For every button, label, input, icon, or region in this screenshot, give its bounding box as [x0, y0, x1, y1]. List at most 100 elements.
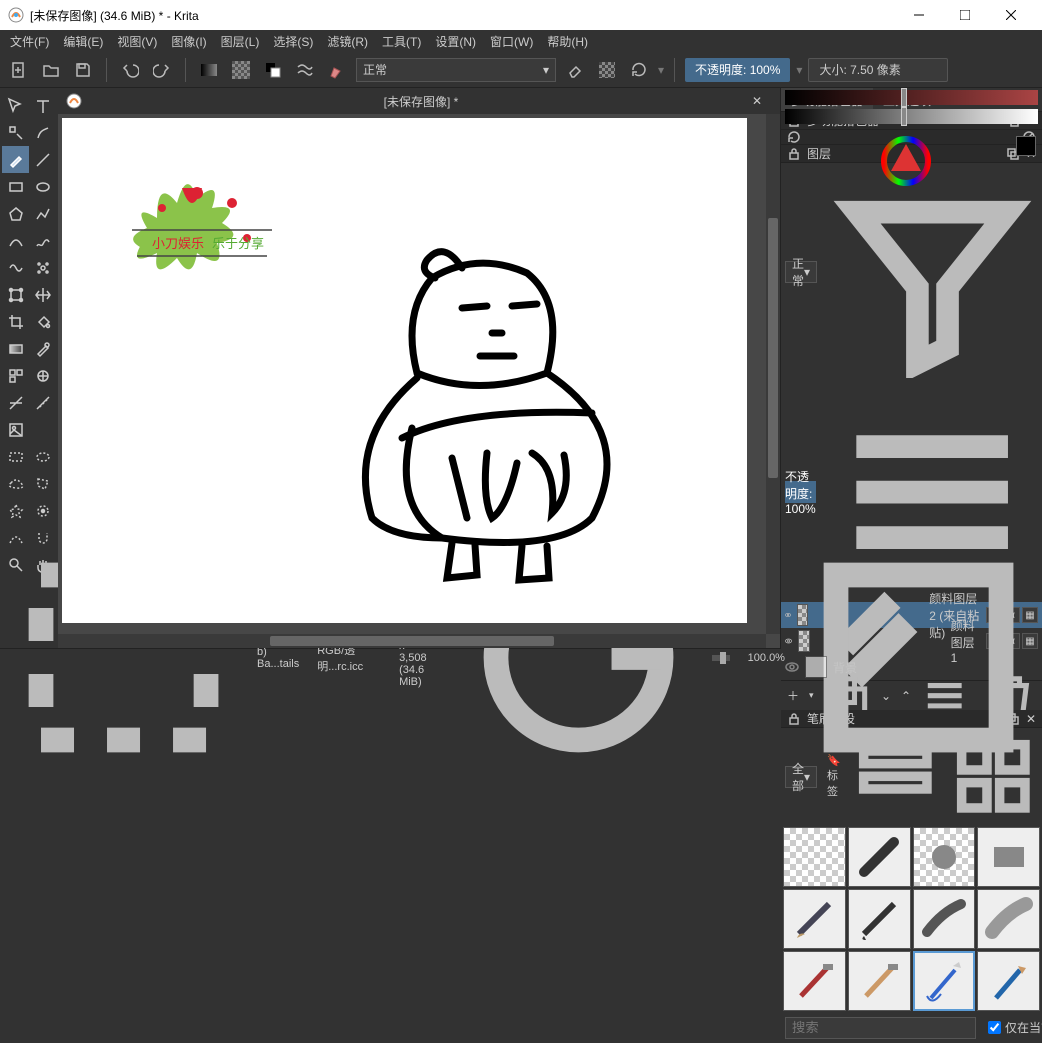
menu-settings[interactable]: 设置(N) — [431, 31, 480, 52]
maximize-button[interactable] — [942, 0, 988, 30]
menu-filter[interactable]: 滤镜(R) — [323, 31, 372, 52]
refresh-icon[interactable] — [787, 130, 801, 144]
blend-mode-select[interactable]: 正常▾ — [356, 58, 556, 82]
menu-edit[interactable]: 编辑(E) — [59, 31, 107, 52]
move-layer-tool-icon[interactable] — [29, 281, 56, 308]
minimize-button[interactable] — [896, 0, 942, 30]
brush-preset[interactable] — [913, 951, 976, 1011]
zoom-slider[interactable] — [712, 655, 730, 661]
freehand-path-tool-icon[interactable] — [29, 227, 56, 254]
move-tool-icon[interactable] — [2, 92, 29, 119]
gradient-icon[interactable] — [196, 57, 222, 83]
crop-tool-icon[interactable] — [2, 308, 29, 335]
lock-icon[interactable] — [787, 712, 801, 726]
menu-help[interactable]: 帮助(H) — [543, 31, 592, 52]
undo-icon[interactable] — [117, 57, 143, 83]
status-zoom[interactable]: 100.0% — [748, 652, 785, 664]
menu-window[interactable]: 窗口(W) — [486, 31, 537, 52]
brush-preset[interactable] — [977, 827, 1040, 887]
contig-select-tool-icon[interactable] — [2, 497, 29, 524]
visibility-icon[interactable] — [785, 660, 799, 674]
ellipse-select-tool-icon[interactable] — [29, 443, 56, 470]
brush-search-input[interactable] — [792, 1020, 969, 1035]
brush-preset[interactable] — [783, 951, 846, 1011]
visibility-icon[interactable] — [785, 634, 792, 648]
layer-row[interactable]: 背景 — [781, 654, 1042, 680]
lock-icon[interactable] — [787, 147, 801, 161]
brush-preset[interactable] — [913, 889, 976, 949]
measure-tool-icon[interactable] — [29, 389, 56, 416]
gradient-tool-icon[interactable] — [2, 335, 29, 362]
opacity-slider[interactable]: 不透明度: 100% — [685, 58, 790, 82]
redo-icon[interactable] — [149, 57, 175, 83]
polyline-tool-icon[interactable] — [29, 200, 56, 227]
filter-icon[interactable] — [827, 167, 1038, 378]
size-slider[interactable]: 大小: 7.50 像素 — [808, 58, 948, 82]
fg-color-swatch[interactable] — [1016, 136, 1036, 156]
color-select-tool-icon[interactable] — [29, 497, 56, 524]
brush-tool-icon[interactable] — [2, 146, 29, 173]
edit-shape-tool-icon[interactable] — [2, 119, 29, 146]
lasso-select-tool-icon[interactable] — [2, 470, 29, 497]
rect-select-tool-icon[interactable] — [2, 443, 29, 470]
vertical-scrollbar[interactable] — [766, 114, 780, 634]
open-icon[interactable] — [38, 57, 64, 83]
pattern-icon[interactable] — [228, 57, 254, 83]
reload-icon[interactable] — [626, 57, 652, 83]
menu-file[interactable]: 文件(F) — [6, 31, 53, 52]
color-wheel-icon[interactable] — [881, 136, 931, 186]
fill-tool-icon[interactable] — [29, 308, 56, 335]
tab-close-icon[interactable]: ✕ — [752, 94, 772, 108]
alpha-lock-icon[interactable] — [594, 57, 620, 83]
color-picker-tool-icon[interactable] — [29, 335, 56, 362]
save-icon[interactable] — [70, 57, 96, 83]
brush-preset[interactable] — [977, 889, 1040, 949]
new-icon[interactable] — [6, 57, 32, 83]
ellipse-tool-icon[interactable] — [29, 173, 56, 200]
assist-tool-icon[interactable] — [2, 389, 29, 416]
brush-preset-icon[interactable] — [324, 57, 350, 83]
menu-layer[interactable]: 图层(L) — [217, 31, 264, 52]
text-tool-icon[interactable] — [29, 92, 56, 119]
menu-tools[interactable]: 工具(T) — [378, 31, 425, 52]
horizontal-scrollbar[interactable] — [58, 634, 766, 648]
layer-blend-select[interactable]: 正常▾ — [785, 261, 817, 283]
visibility-icon[interactable] — [785, 608, 791, 622]
brush-preset[interactable] — [977, 951, 1040, 1011]
line-tool-icon[interactable] — [29, 146, 56, 173]
eraser-icon[interactable] — [562, 57, 588, 83]
blend-mode-label: 正常 — [363, 61, 387, 78]
brush-preset[interactable] — [783, 827, 846, 887]
brush-preset[interactable] — [848, 951, 911, 1011]
brush-preset[interactable] — [848, 889, 911, 949]
multibrush-tool-icon[interactable] — [29, 254, 56, 281]
add-layer-icon[interactable]: ＋ — [787, 687, 799, 704]
wave-icon[interactable] — [292, 57, 318, 83]
value-slider[interactable] — [785, 109, 1038, 124]
menu-view[interactable]: 视图(V) — [113, 31, 161, 52]
menu-image[interactable]: 图像(I) — [167, 31, 210, 52]
layer-opacity-slider[interactable]: 不透明度: 100% — [785, 481, 816, 503]
pattern-edit-tool-icon[interactable] — [2, 362, 29, 389]
rect-tool-icon[interactable] — [2, 173, 29, 200]
brush-search[interactable] — [785, 1017, 976, 1039]
calligraphy-tool-icon[interactable] — [29, 119, 56, 146]
document-tab[interactable]: [未保存图像] * ✕ — [58, 88, 780, 114]
brush-preset[interactable] — [783, 889, 846, 949]
hue-slider[interactable] — [785, 90, 1038, 105]
brush-preset[interactable] — [913, 827, 976, 887]
menu-select[interactable]: 选择(S) — [269, 31, 317, 52]
canvas[interactable]: 小刀娱乐 乐于分享 — [62, 118, 747, 623]
brush-preset[interactable] — [848, 827, 911, 887]
poly-select-tool-icon[interactable] — [29, 470, 56, 497]
smart-patch-tool-icon[interactable] — [29, 362, 56, 389]
transform-tool-icon[interactable] — [2, 281, 29, 308]
close-window-button[interactable] — [988, 0, 1034, 30]
search-current-tag-checkbox[interactable]: 仅在当前标签内搜索 — [988, 1019, 1042, 1036]
color-swap-icon[interactable] — [260, 57, 286, 83]
reference-tool-icon[interactable] — [2, 416, 29, 443]
polygon-tool-icon[interactable] — [2, 200, 29, 227]
menubar: 文件(F) 编辑(E) 视图(V) 图像(I) 图层(L) 选择(S) 滤镜(R… — [0, 30, 1042, 52]
bezier-tool-icon[interactable] — [2, 227, 29, 254]
dynamic-brush-tool-icon[interactable] — [2, 254, 29, 281]
